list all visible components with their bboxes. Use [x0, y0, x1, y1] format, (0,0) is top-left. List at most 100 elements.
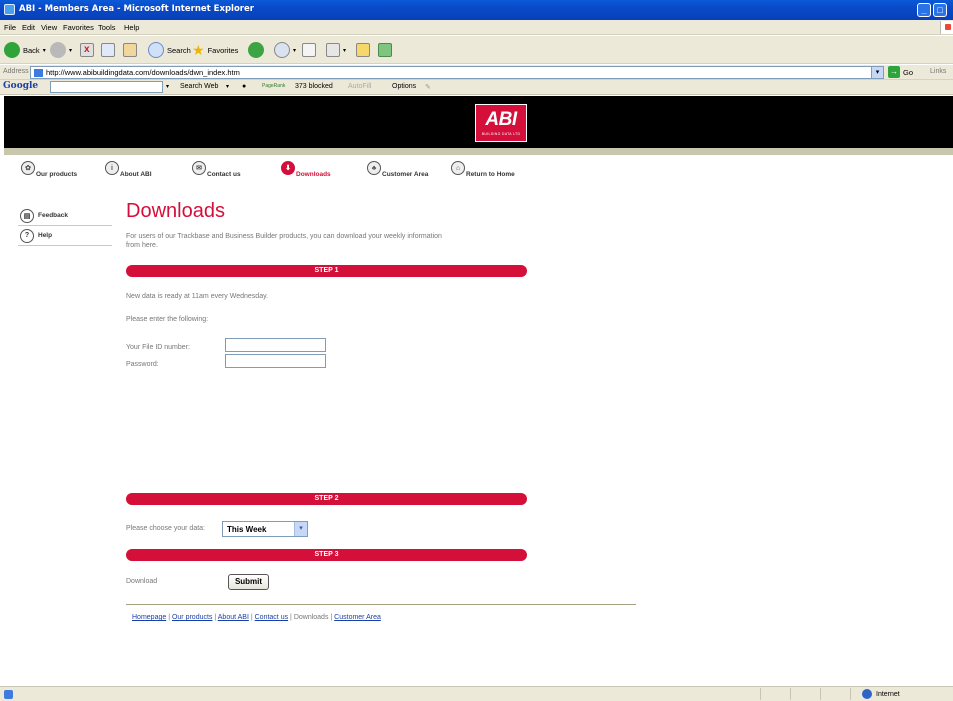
favorites-button[interactable]: ★ Favorites: [192, 41, 238, 59]
menu-edit[interactable]: Edit: [22, 23, 35, 32]
site-banner: ABI BUILDING DATA LTD: [4, 96, 953, 148]
home-icon: ⌂: [451, 161, 465, 175]
footer-link-homepage[interactable]: Homepage: [132, 614, 166, 621]
nav-stripe: [4, 148, 953, 155]
mail-button[interactable]: ▾: [274, 41, 296, 59]
chevron-down-icon: ▾: [69, 47, 73, 54]
stop-icon: x: [80, 43, 94, 57]
info-icon: i: [105, 161, 119, 175]
google-toolbar: Google ▾ Search Web ▾ ● PageRank 373 blo…: [0, 80, 953, 95]
feedback-icon: ▤: [20, 208, 34, 223]
ready-text: New data is ready at 11am every Wednesda…: [126, 293, 269, 300]
step-1-banner: STEP 1: [126, 265, 527, 277]
file-id-input[interactable]: [225, 338, 326, 352]
standard-toolbar: Back ▾ ▾ x Search ★ Favorites ▾ ▾: [0, 36, 953, 64]
autofill-button[interactable]: AutoFill: [348, 83, 371, 90]
submit-button[interactable]: Submit: [228, 574, 269, 590]
step-3-banner: STEP 3: [126, 549, 527, 561]
step-2-banner: STEP 2: [126, 493, 527, 505]
messenger-icon: [378, 43, 392, 57]
data-period-select[interactable]: This Week ▾: [222, 521, 308, 537]
menu-tools[interactable]: Tools: [98, 23, 116, 32]
refresh-button[interactable]: [101, 41, 115, 59]
menu-favorites[interactable]: Favorites: [63, 23, 94, 32]
status-divider: [820, 688, 821, 700]
page-icon: [34, 69, 43, 77]
forward-arrow-icon: [50, 42, 66, 58]
menu-help[interactable]: Help: [124, 23, 139, 32]
footer-link-about-abi[interactable]: About ABI: [218, 614, 249, 621]
home-button[interactable]: [123, 41, 137, 59]
back-arrow-icon: [4, 42, 20, 58]
options-button[interactable]: Options: [392, 83, 416, 90]
web-page: ABI BUILDING DATA LTD ✿ Our products i A…: [4, 96, 953, 686]
window-title-bar[interactable]: ABI - Members Area - Microsoft Internet …: [0, 0, 953, 20]
password-input[interactable]: [225, 354, 326, 368]
footer-current-downloads: Downloads: [293, 614, 329, 621]
data-period-value: This Week: [227, 525, 267, 534]
google-logo[interactable]: Google: [3, 81, 38, 91]
address-label: Address: [3, 68, 29, 75]
footer-link-customer-area[interactable]: Customer Area: [334, 614, 381, 621]
sidebar-item-help[interactable]: ? Help: [18, 226, 112, 246]
messenger-button[interactable]: [378, 41, 392, 59]
go-button[interactable]: → Go: [888, 66, 913, 78]
internet-explorer-icon: [4, 4, 15, 15]
stop-button[interactable]: x: [80, 41, 94, 59]
chevron-down-icon[interactable]: ▾: [871, 67, 883, 78]
nav-about-abi[interactable]: i About ABI: [105, 158, 152, 178]
sidebar-item-feedback[interactable]: ▤ Feedback: [18, 206, 112, 226]
nav-our-products[interactable]: ✿ Our products: [21, 158, 77, 178]
maximize-button[interactable]: □: [933, 3, 947, 17]
menu-view[interactable]: View: [41, 23, 57, 32]
forward-button[interactable]: ▾: [50, 41, 72, 59]
footer-divider: [126, 604, 636, 605]
chevron-down-icon[interactable]: ▾: [294, 522, 307, 536]
mail-icon: [274, 42, 290, 58]
print-button[interactable]: [302, 41, 316, 59]
search-button[interactable]: Search: [148, 41, 191, 59]
google-search-input[interactable]: [50, 81, 163, 93]
address-input[interactable]: http://www.abibuildingdata.com/downloads…: [30, 66, 884, 79]
password-label: Password:: [126, 361, 159, 368]
history-icon: [248, 42, 264, 58]
help-icon: ?: [20, 228, 34, 243]
edit-button[interactable]: ▾: [326, 41, 346, 59]
discuss-button[interactable]: [356, 41, 370, 59]
minimize-button[interactable]: _: [917, 3, 931, 17]
chevron-down-icon: ▾: [343, 47, 347, 54]
pencil-icon[interactable]: ✎: [425, 83, 431, 91]
links-button[interactable]: Links: [930, 68, 946, 75]
nav-contact-us[interactable]: ✉ Contact us: [192, 158, 241, 178]
globe-icon: [862, 689, 872, 699]
search-icon: [148, 42, 164, 58]
search-web-button[interactable]: Search Web: [180, 83, 218, 90]
footer-link-our-products[interactable]: Our products: [172, 614, 212, 621]
customer-icon: ♣: [367, 161, 381, 175]
go-arrow-icon: →: [888, 66, 900, 78]
chevron-down-icon[interactable]: ▾: [226, 83, 229, 90]
abi-logo[interactable]: ABI BUILDING DATA LTD: [475, 104, 527, 142]
nav-downloads[interactable]: ⬇ Downloads: [281, 158, 331, 178]
nav-customer-area[interactable]: ♣ Customer Area: [367, 158, 428, 178]
enter-text: Please enter the following:: [126, 316, 209, 323]
menu-file[interactable]: File: [4, 23, 16, 32]
popup-blocker-button[interactable]: 373 blocked: [295, 83, 333, 90]
news-icon[interactable]: ●: [242, 83, 246, 90]
page-title: Downloads: [126, 200, 225, 222]
status-divider: [790, 688, 791, 700]
file-id-label: Your File ID number:: [126, 344, 190, 351]
star-icon: ★: [192, 41, 205, 58]
chevron-down-icon: ▾: [293, 47, 297, 54]
nav-return-to-home[interactable]: ⌂ Return to Home: [451, 158, 515, 178]
history-button[interactable]: [248, 41, 264, 59]
pagerank-indicator: PageRank: [262, 83, 286, 89]
security-zone: Internet: [862, 689, 900, 699]
envelope-icon: ✉: [192, 161, 206, 175]
status-divider: [760, 688, 761, 700]
status-divider: [850, 688, 851, 700]
back-button[interactable]: Back ▾: [4, 41, 46, 59]
chevron-down-icon[interactable]: ▾: [166, 83, 169, 90]
footer-link-contact-us[interactable]: Contact us: [255, 614, 288, 621]
download-label: Download: [126, 578, 158, 585]
